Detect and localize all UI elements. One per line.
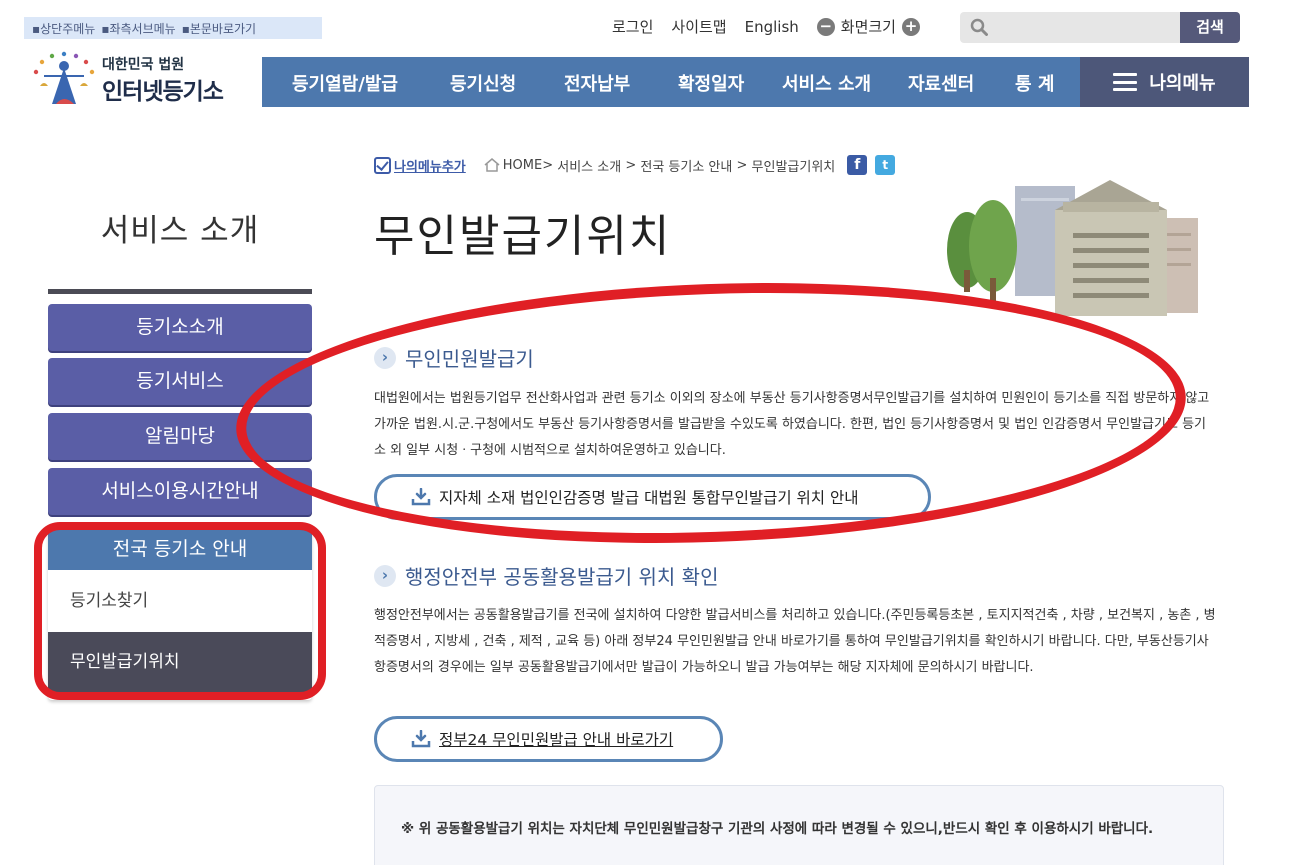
breadcrumb-separator: > [542,157,558,173]
page-title: 무인발급기위치 [374,211,672,262]
search-button[interactable]: 검색 [1180,12,1240,43]
skip-links: ▪상단주메뉴 ▪좌측서브메뉴 ▪본문바로가기 [24,17,322,39]
breadcrumb-registry-guide[interactable]: 전국 등기소 안내 [640,156,732,175]
breadcrumb-home[interactable]: HOME [503,158,542,173]
gnb-item-registry-apply[interactable]: 등기신청 [450,70,516,96]
sidebar-item-notice[interactable]: 알림마당 [48,413,312,460]
breadcrumb: 나의메뉴추가 HOME > 서비스 소개 > 전국 등기소 안내 > 무인발급기… [374,155,896,175]
skip-link-main-menu[interactable]: ▪상단주메뉴 [32,22,95,36]
zoom-control: − 화면크기 + [816,16,920,37]
chevron-right-icon: › [374,564,396,587]
gov24-kiosk-link-button[interactable]: 정부24 무인민원발급 안내 바로가기 [374,716,723,762]
section-heading-kiosk-label: 무인민원발급기 [405,347,534,371]
breadcrumb-service-intro[interactable]: 서비스 소개 [557,156,621,175]
sidebar-group-registry-guide: 전국 등기소 안내 등기소찾기 무인발급기위치 [48,530,312,700]
add-my-menu-link[interactable]: 나의메뉴추가 [374,156,466,175]
facebook-icon[interactable]: f [847,155,868,175]
sidebar-divider [48,289,312,294]
sidebar-item-registry-intro[interactable]: 등기소소개 [48,304,312,351]
gnb-item-resources[interactable]: 자료센터 [908,70,974,96]
sidebar-subitem-kiosk-location[interactable]: 무인발급기위치 [48,632,312,692]
breadcrumb-separator: > [621,157,641,173]
logo-subtitle: 대한민국 법원 [102,57,185,73]
sitemap-link[interactable]: 사이트맵 [671,16,726,37]
breadcrumb-separator: > [732,157,752,173]
checkbox-icon [374,156,391,174]
site-logo[interactable]: 대한민국 법원 인터넷등기소 [30,50,240,110]
add-my-menu-label: 나의메뉴추가 [394,159,466,175]
corporate-kiosk-location-button[interactable]: 지자체 소재 법인인감증명 발급 대법원 통합무인발급기 위치 안내 [374,474,931,520]
section-text-kiosk: 대법원에서는 법원등기업무 전산화사업과 관련 등기소 이외의 장소에 부동산 … [374,391,1210,458]
section-text-mois: 행정안전부에서는 공동활용발급기를 전국에 설치하여 다양한 발급서비스를 처리… [374,608,1216,675]
gnb-item-fixed-date[interactable]: 확정일자 [678,70,744,96]
download-icon [411,730,431,748]
section-heading-kiosk: › 무인민원발급기 [374,343,534,372]
search-box: 검색 [960,12,1240,43]
court-emblem-icon [33,51,95,104]
notice-text: ※ 위 공동활용발급기 위치는 자치단체 무인민원발급창구 기관의 사정에 따라… [401,821,1154,837]
zoom-label: 화면크기 [840,18,896,36]
my-menu-button[interactable]: 나의메뉴 [1080,57,1249,107]
gnb-item-registry-view[interactable]: 등기열람/발급 [292,70,398,96]
sidebar-item-service-hours[interactable]: 서비스이용시간안내 [48,468,312,515]
gnb-item-e-payment[interactable]: 전자납부 [564,70,630,96]
building-illustration [947,180,1198,316]
breadcrumb-current: 무인발급기위치 [751,159,836,175]
twitter-icon[interactable]: t [875,155,896,175]
skip-link-content[interactable]: ▪본문바로가기 [182,22,256,36]
gnb-item-service-intro[interactable]: 서비스 소개 [782,70,871,96]
main-navigation: 등기열람/발급 등기신청 전자납부 확정일자 서비스 소개 자료센터 통 계 [262,57,1080,107]
section-heading-mois-label: 행정안전부 공동활용발급기 위치 확인 [405,565,719,589]
section-heading-mois: › 행정안전부 공동활용발급기 위치 확인 [374,561,718,590]
search-input[interactable] [996,12,1178,43]
sidebar-item-registry-service[interactable]: 등기서비스 [48,358,312,405]
home-icon [484,158,500,172]
login-link[interactable]: 로그인 [612,16,653,37]
sidebar-group-head[interactable]: 전국 등기소 안내 [48,530,312,570]
skip-link-left-menu[interactable]: ▪좌측서브메뉴 [101,22,175,36]
english-link[interactable]: English [745,18,799,36]
logo-title: 인터넷등기소 [102,79,224,105]
chevron-right-icon: › [374,346,396,369]
notice-box: ※ 위 공동활용발급기 위치는 자치단체 무인민원발급창구 기관의 사정에 따라… [374,785,1224,865]
my-menu-label: 나의메뉴 [1149,73,1216,94]
gnb-item-statistics[interactable]: 통 계 [1015,70,1054,96]
zoom-out-icon[interactable]: − [816,17,835,36]
sidebar-subitem-find-registry[interactable]: 등기소찾기 [48,570,312,632]
zoom-in-icon[interactable]: + [901,17,920,36]
gov24-button-label: 정부24 무인민원발급 안내 바로가기 [439,731,674,749]
utility-bar: 로그인 사이트맵 English − 화면크기 + [612,16,920,37]
search-icon [970,18,988,36]
hamburger-icon [1113,73,1138,91]
download-icon [411,488,431,506]
sidebar-title: 서비스 소개 [100,213,260,249]
corporate-kiosk-button-label: 지자체 소재 법인인감증명 발급 대법원 통합무인발급기 위치 안내 [439,489,859,507]
